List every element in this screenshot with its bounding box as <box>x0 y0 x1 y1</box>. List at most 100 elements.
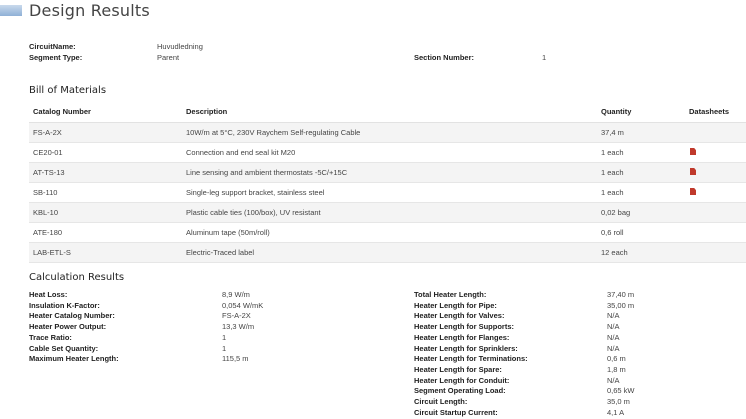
calc-result-row: Heat Loss: 8,9 W/m <box>29 290 359 301</box>
catalog-number-cell: LAB-ETL-S <box>29 242 182 263</box>
calc-result-row: Heater Length for Terminations: 0,6 m <box>414 354 744 365</box>
calc-result-value: 1,8 m <box>607 364 626 374</box>
calc-result-label: Heater Length for Terminations: <box>414 354 528 364</box>
calc-result-label: Segment Operating Load: <box>414 386 506 396</box>
calc-result-row: Heater Length for Flanges: N/A <box>414 333 744 344</box>
calc-result-value: 1 <box>222 343 227 353</box>
col-header-quantity: Quantity <box>597 101 685 123</box>
calc-result-row: Maximum Heater Length: 115,5 m <box>29 354 359 365</box>
description-cell: Electric-Traced label <box>182 242 597 263</box>
calc-result-value: 1 <box>222 332 227 342</box>
calc-result-label: Heater Catalog Number: <box>29 311 115 321</box>
quantity-cell: 37,4 m <box>597 122 685 143</box>
quantity-cell: 1 each <box>597 142 685 163</box>
calc-result-row: Heater Power Output: 13,3 W/m <box>29 322 359 333</box>
calc-result-value: 0,054 W/mK <box>222 300 264 310</box>
table-header-row: Catalog Number Description Quantity Data… <box>29 101 746 123</box>
calc-result-label: Heat Loss: <box>29 290 68 299</box>
description-cell: Connection and end seal kit M20 <box>182 142 597 163</box>
pdf-icon[interactable] <box>690 188 696 195</box>
table-row: FS-A-2X 10W/m at 5°C, 230V Raychem Self-r… <box>29 122 746 143</box>
calc-result-row: Heater Length for Valves: N/A <box>414 311 744 322</box>
calc-result-row: Cable Set Quantity: 1 <box>29 344 359 355</box>
calc-result-row: Trace Ratio: 1 <box>29 333 359 344</box>
segment-type-value: Parent <box>157 53 180 62</box>
calc-result-value: N/A <box>607 311 620 321</box>
datasheet-cell <box>685 162 746 183</box>
table-row: SB-110 Single-leg support bracket, stainl… <box>29 182 746 203</box>
quantity-cell: 12 each <box>597 242 685 263</box>
calc-result-row: Heater Length for Spare: 1,8 m <box>414 365 744 376</box>
description-cell: Aluminum tape (50m/roll) <box>182 222 597 243</box>
catalog-number-cell: SB-110 <box>29 182 182 203</box>
pdf-icon[interactable] <box>690 148 696 155</box>
calc-result-label: Heater Length for Sprinklers: <box>414 343 518 353</box>
catalog-number-cell: CE20-01 <box>29 142 182 163</box>
calc-result-value: 13,3 W/m <box>222 322 255 332</box>
calc-result-label: Circuit Length: <box>414 397 468 406</box>
description-cell: Plastic cable ties (100/box), UV resista… <box>182 202 597 223</box>
calc-result-value: 8,9 W/m <box>222 290 250 299</box>
calc-result-label: Maximum Heater Length: <box>29 354 119 364</box>
description-cell: Single-leg support bracket, stainless st… <box>182 182 597 203</box>
calc-result-value: N/A <box>607 322 620 332</box>
description-cell: 10W/m at 5°C, 230V Raychem Self-regulati… <box>182 122 597 143</box>
calc-result-row: Segment Operating Load: 0,65 kW <box>414 386 744 397</box>
title-bar: Design Results <box>0 0 746 26</box>
catalog-number-cell: FS-A-2X <box>29 122 182 143</box>
calc-result-value: 0,65 kW <box>607 386 635 396</box>
calc-result-label: Heater Length for Supports: <box>414 322 515 332</box>
catalog-number-cell: KBL-10 <box>29 202 182 223</box>
calc-result-row: Heater Length for Supports: N/A <box>414 322 744 333</box>
calc-result-row: Heater Length for Sprinklers: N/A <box>414 344 744 355</box>
calc-result-value: FS-A-2X <box>222 311 251 321</box>
calc-result-row: Total Heater Length: 37,40 m <box>414 290 744 301</box>
table-row: ATE-180 Aluminum tape (50m/roll) 0,6 roll <box>29 222 746 243</box>
calc-result-label: Trace Ratio: <box>29 332 72 342</box>
circuit-name-label: CircuitName: <box>29 42 76 51</box>
datasheet-cell <box>685 182 746 203</box>
col-header-catalog: Catalog Number <box>29 101 182 123</box>
calc-result-value: N/A <box>607 343 620 353</box>
bill-of-materials-table: Catalog Number Description Quantity Data… <box>29 101 746 263</box>
table-row: KBL-10 Plastic cable ties (100/box), UV r… <box>29 202 746 223</box>
table-row: AT-TS-13 Line sensing and ambient thermos… <box>29 162 746 183</box>
page-title: Design Results <box>29 1 150 20</box>
section-number-value: 1 <box>542 53 547 62</box>
segment-type-label: Segment Type: <box>29 53 83 62</box>
calc-title: Calculation Results <box>29 272 125 283</box>
calc-result-label: Heater Power Output: <box>29 322 107 332</box>
pdf-icon[interactable] <box>690 168 696 175</box>
table-row: CE20-01 Connection and end seal kit M20 1 … <box>29 142 746 163</box>
calc-result-label: Heater Length for Flanges: <box>414 332 510 342</box>
circuit-name-value: Huvudledning <box>157 42 203 51</box>
datasheet-cell <box>685 142 746 163</box>
calc-result-value: 115,5 m <box>222 354 249 364</box>
calc-result-row: Insulation K-Factor: 0,054 W/mK <box>29 301 359 312</box>
calc-result-label: Total Heater Length: <box>414 290 487 299</box>
calc-result-row: Circuit Startup Current: 4,1 A <box>414 408 744 419</box>
calc-result-value: N/A <box>607 375 620 385</box>
quantity-cell: 0,6 roll <box>597 222 685 243</box>
calc-result-label: Cable Set Quantity: <box>29 343 99 353</box>
col-header-datasheets: Datasheets <box>685 101 746 123</box>
quantity-cell: 1 each <box>597 162 685 183</box>
calc-result-value: 4,1 A <box>607 407 625 417</box>
calc-result-row: Heater Catalog Number: FS-A-2X <box>29 311 359 322</box>
table-row: LAB-ETL-S Electric-Traced label 12 each <box>29 242 746 263</box>
calc-result-value: N/A <box>607 332 620 342</box>
calc-result-value: 0,6 m <box>607 354 626 364</box>
calc-result-label: Circuit Startup Current: <box>414 407 498 417</box>
bom-title: Bill of Materials <box>29 85 107 96</box>
bom-body: FS-A-2X 10W/m at 5°C, 230V Raychem Self-r… <box>29 122 746 263</box>
calc-result-row: Circuit Length: 35,0 m <box>414 397 744 408</box>
title-accent-bar <box>0 5 22 16</box>
calc-result-row: Heater Length for Pipe: 35,00 m <box>414 301 744 312</box>
quantity-cell: 0,02 bag <box>597 202 685 223</box>
description-cell: Line sensing and ambient thermostats -5C… <box>182 162 597 183</box>
datasheet-cell <box>685 202 746 223</box>
calc-result-value: 35,0 m <box>607 397 630 406</box>
calc-result-label: Heater Length for Pipe: <box>414 300 497 310</box>
section-number-label: Section Number: <box>414 53 475 62</box>
col-header-description: Description <box>182 101 597 123</box>
